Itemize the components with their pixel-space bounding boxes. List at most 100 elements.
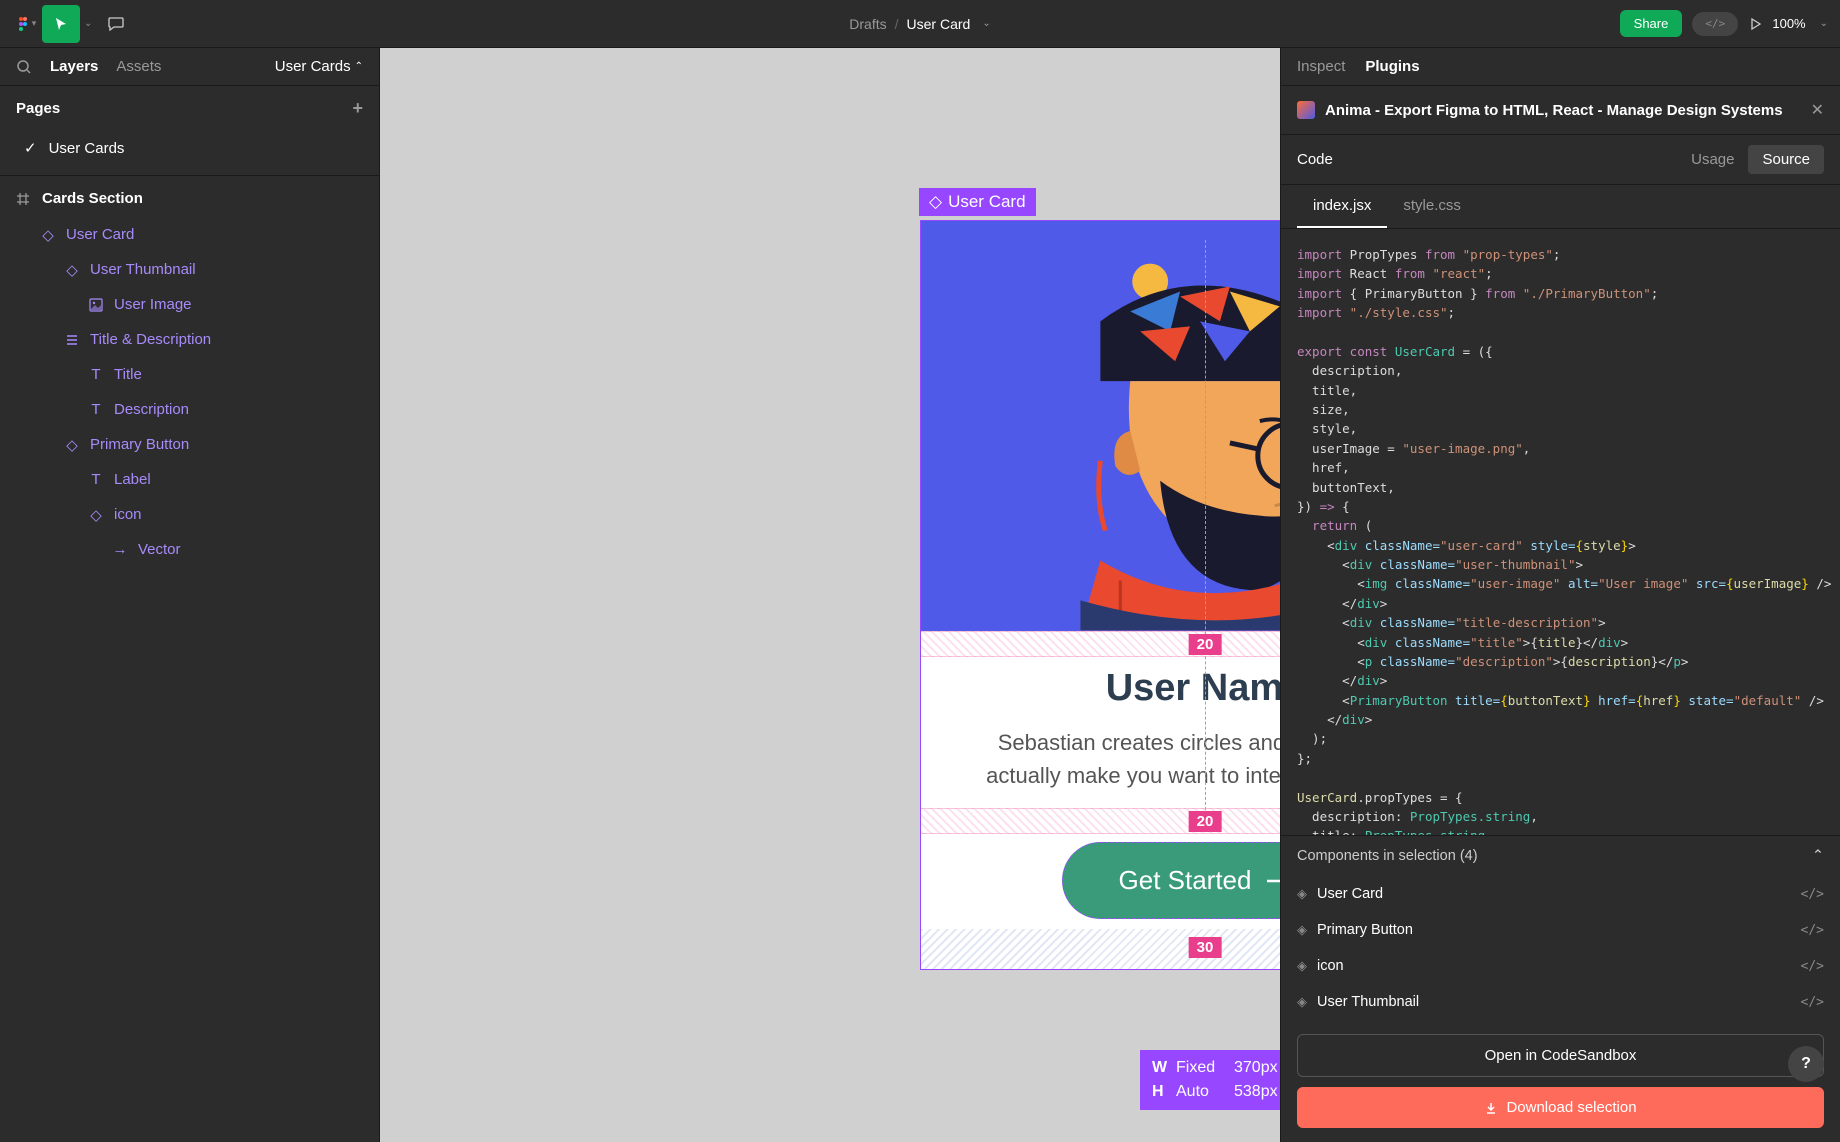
- search-icon[interactable]: [16, 59, 32, 75]
- topbar-left: ▾ ⌄: [12, 5, 130, 43]
- chevron-up-icon: ⌃: [1812, 848, 1824, 864]
- pages-header: Pages +: [16, 98, 363, 119]
- layer-label[interactable]: TLabel: [8, 462, 371, 497]
- card-title[interactable]: User Name: [961, 667, 1280, 710]
- breadcrumb-file[interactable]: User Card: [907, 16, 971, 32]
- component-item-user-card[interactable]: ◈User Card</>: [1281, 876, 1840, 912]
- layer-label: Vector: [138, 541, 181, 558]
- left-panel: Layers Assets User Cards ⌃ Pages + ✓ Use…: [0, 48, 380, 1142]
- width-value: 370px: [1234, 1056, 1278, 1080]
- share-button[interactable]: Share: [1620, 10, 1683, 37]
- add-page-button[interactable]: +: [352, 98, 363, 119]
- layer-label: User Thumbnail: [90, 261, 196, 278]
- file-tab-index[interactable]: index.jsx: [1297, 185, 1387, 228]
- usage-button[interactable]: Usage: [1677, 145, 1748, 174]
- comment-tool-button[interactable]: [102, 10, 130, 38]
- layer-icon[interactable]: ◇ icon: [8, 497, 371, 532]
- text-icon: T: [88, 367, 104, 383]
- spacing-badge: 20: [1189, 811, 1222, 832]
- button-label: Get Started: [1119, 865, 1252, 896]
- dev-mode-toggle[interactable]: </>: [1692, 12, 1738, 36]
- present-button[interactable]: [1748, 17, 1762, 31]
- right-panel-tabs: Inspect Plugins: [1281, 48, 1840, 86]
- tool-chevron-icon[interactable]: ⌄: [84, 18, 92, 29]
- code-action-icon[interactable]: </>: [1801, 959, 1824, 974]
- breadcrumb-drafts[interactable]: Drafts: [849, 16, 886, 32]
- layer-description[interactable]: T Description: [8, 392, 371, 427]
- section-header-label: Cards Section: [42, 190, 143, 207]
- source-button[interactable]: Source: [1748, 145, 1824, 174]
- code-action-icon[interactable]: </>: [1801, 995, 1824, 1010]
- layer-label: Title & Description: [90, 331, 211, 348]
- tab-inspect[interactable]: Inspect: [1297, 58, 1345, 75]
- code-action-icon[interactable]: </>: [1801, 887, 1824, 902]
- frame-label-text: User Card: [948, 192, 1025, 212]
- canvas[interactable]: ◇ User Card: [380, 48, 1280, 1142]
- components-header[interactable]: Components in selection (4) ⌃: [1281, 836, 1840, 876]
- play-icon: [1748, 17, 1762, 31]
- download-selection-button[interactable]: Download selection: [1297, 1087, 1824, 1128]
- component-icon: ◇: [88, 507, 104, 523]
- zoom-level[interactable]: 100%: [1772, 16, 1805, 31]
- help-button[interactable]: ?: [1788, 1046, 1824, 1082]
- move-tool-button[interactable]: [42, 5, 80, 43]
- figma-menu-button[interactable]: ▾: [12, 10, 40, 38]
- code-editor[interactable]: import PropTypes from "prop-types"; impo…: [1281, 229, 1840, 835]
- chevron-down-icon[interactable]: ⌄: [982, 18, 990, 29]
- page-dropdown[interactable]: User Cards ⌃: [275, 58, 363, 75]
- layer-title[interactable]: TTitle: [8, 357, 371, 392]
- layer-label: icon: [114, 506, 142, 523]
- layer-vector[interactable]: →Vector: [8, 532, 371, 567]
- code-action-icon[interactable]: </>: [1801, 923, 1824, 938]
- anima-logo-icon: [1297, 101, 1315, 119]
- width-label: W: [1152, 1056, 1168, 1080]
- component-name: User Card: [1317, 886, 1383, 902]
- card-description[interactable]: Sebastian creates circles and squares th…: [961, 726, 1280, 792]
- open-codesandbox-button[interactable]: Open in CodeSandbox: [1297, 1034, 1824, 1077]
- component-item-primary-button[interactable]: ◈Primary Button</>: [1281, 912, 1840, 948]
- tab-plugins[interactable]: Plugins: [1365, 58, 1419, 75]
- user-card-frame[interactable]: 20 User Name Sebastian creates circles a…: [920, 220, 1280, 970]
- width-mode: Fixed: [1176, 1056, 1226, 1080]
- layer-user-card[interactable]: ◇User Card: [8, 217, 371, 252]
- code-tabs-row: Code Usage Source: [1281, 135, 1840, 185]
- component-name: icon: [1317, 958, 1344, 974]
- component-icon: ◈: [1297, 994, 1307, 1010]
- breadcrumb[interactable]: Drafts / User Card ⌄: [849, 16, 990, 32]
- tab-assets[interactable]: Assets: [116, 58, 161, 75]
- autolayout-icon: [64, 332, 80, 348]
- check-icon: ✓: [24, 139, 37, 157]
- spacing-indicator-mid: 20: [921, 808, 1280, 834]
- user-image-illustration: [921, 221, 1280, 631]
- layer-title-description[interactable]: Title & Description: [8, 322, 371, 357]
- layer-user-image[interactable]: User Image: [8, 287, 371, 322]
- plugin-title: Anima - Export Figma to HTML, React - Ma…: [1325, 102, 1801, 119]
- layer-primary-button[interactable]: ◇Primary Button: [8, 427, 371, 462]
- title-description[interactable]: User Name Sebastian creates circles and …: [921, 657, 1280, 808]
- spacing-indicator-bottom: 30: [921, 929, 1280, 969]
- height-value: 538px: [1234, 1080, 1278, 1104]
- page-item[interactable]: ✓ User Cards: [16, 133, 363, 163]
- layer-label: User Image: [114, 296, 192, 313]
- component-item-user-thumbnail[interactable]: ◈User Thumbnail</>: [1281, 984, 1840, 1020]
- user-thumbnail[interactable]: [921, 221, 1280, 631]
- button-wrap: Get Started: [921, 834, 1280, 929]
- zoom-chevron-icon[interactable]: ⌄: [1820, 18, 1828, 29]
- download-button-label: Download selection: [1506, 1099, 1636, 1116]
- tab-layers[interactable]: Layers: [50, 58, 98, 75]
- layer-label: Primary Button: [90, 436, 189, 453]
- layer-user-thumbnail[interactable]: ◇User Thumbnail: [8, 252, 371, 287]
- get-started-button[interactable]: Get Started: [1062, 842, 1280, 919]
- measurement-guide: [1205, 240, 1206, 830]
- frame-label[interactable]: ◇ User Card: [919, 188, 1036, 216]
- close-plugin-button[interactable]: ✕: [1811, 100, 1824, 120]
- text-icon: T: [88, 402, 104, 418]
- pages-section: Pages + ✓ User Cards: [0, 86, 379, 176]
- layer-label: Description: [114, 401, 189, 418]
- height-mode: Auto: [1176, 1080, 1226, 1104]
- section-header[interactable]: Cards Section: [0, 176, 379, 217]
- file-tab-style[interactable]: style.css: [1387, 185, 1477, 228]
- component-item-icon[interactable]: ◈icon</>: [1281, 948, 1840, 984]
- layer-tree: ◇User Card ◇User Thumbnail User Image Ti…: [0, 217, 379, 567]
- layer-label: User Card: [66, 226, 134, 243]
